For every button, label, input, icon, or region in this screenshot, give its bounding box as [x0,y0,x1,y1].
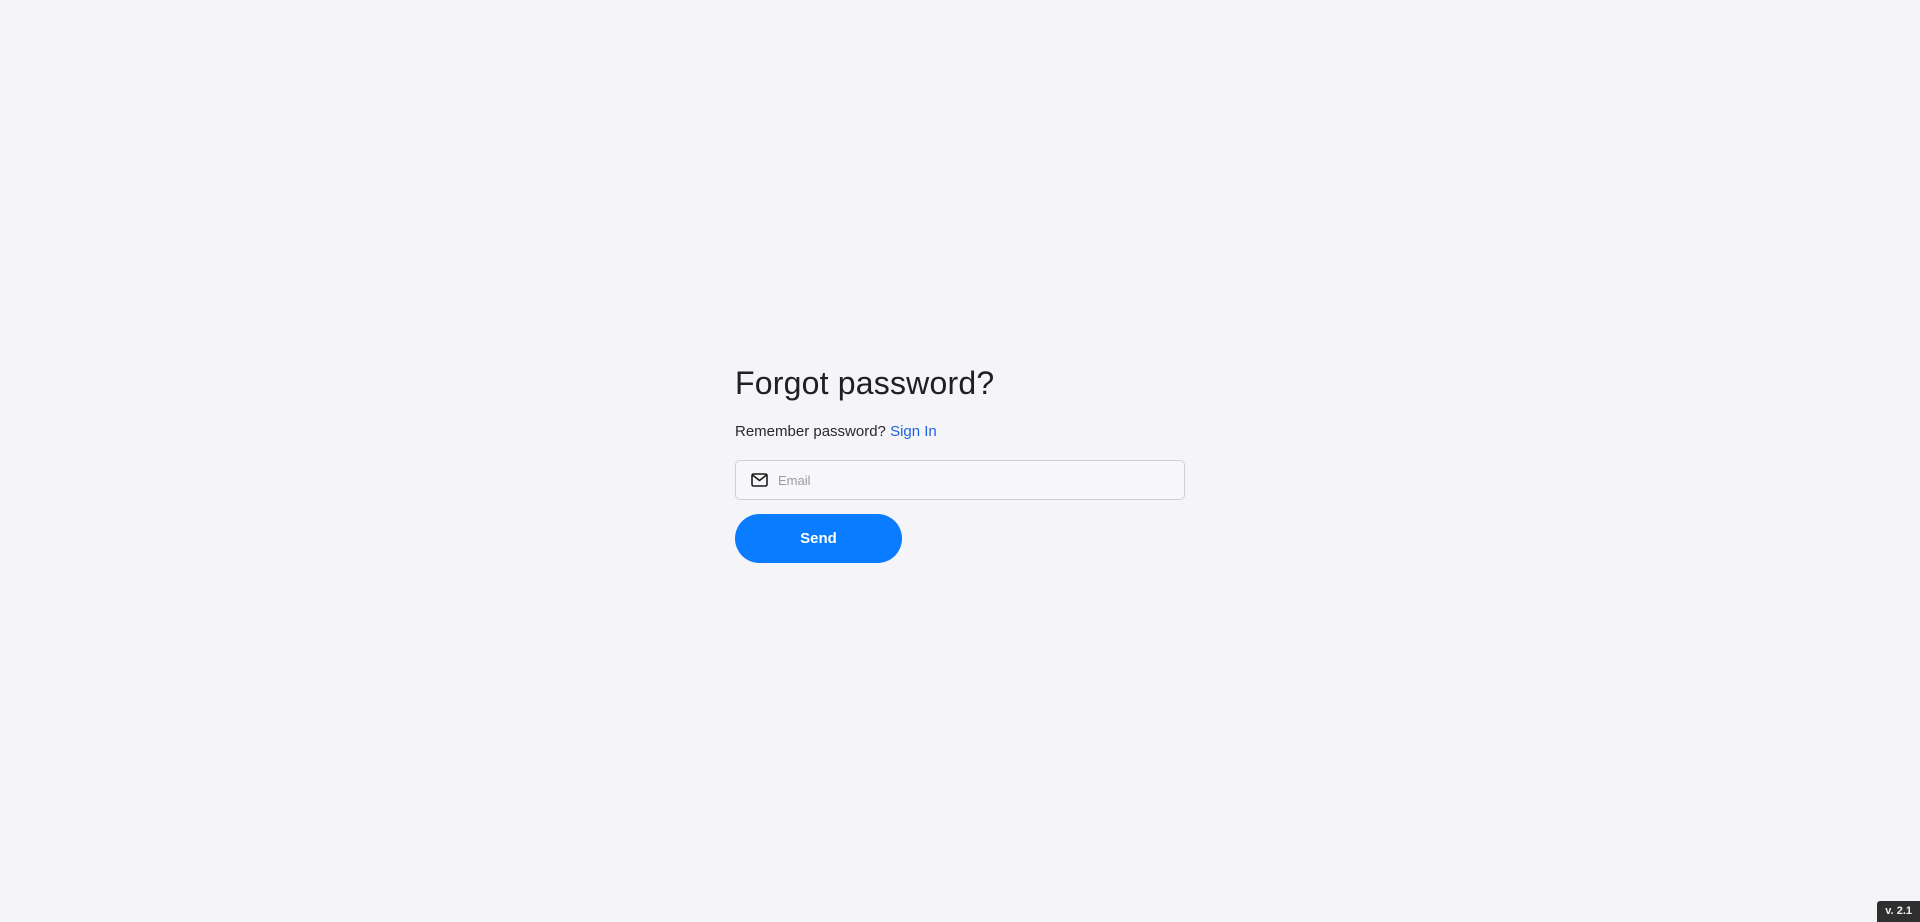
remember-password-row: Remember password? Sign In [735,422,1185,442]
forgot-password-page: Forgot password? Remember password? Sign… [0,0,1920,922]
send-button[interactable]: Send [735,514,902,563]
email-input[interactable] [776,460,1184,500]
forgot-password-form: Forgot password? Remember password? Sign… [735,360,1185,563]
page-title: Forgot password? [735,365,995,401]
email-field[interactable] [735,460,1185,500]
sign-in-link[interactable]: Sign In [890,423,937,440]
mail-icon [750,471,768,489]
version-badge: v. 2.1 [1877,901,1920,922]
remember-password-text: Remember password? [735,423,886,440]
